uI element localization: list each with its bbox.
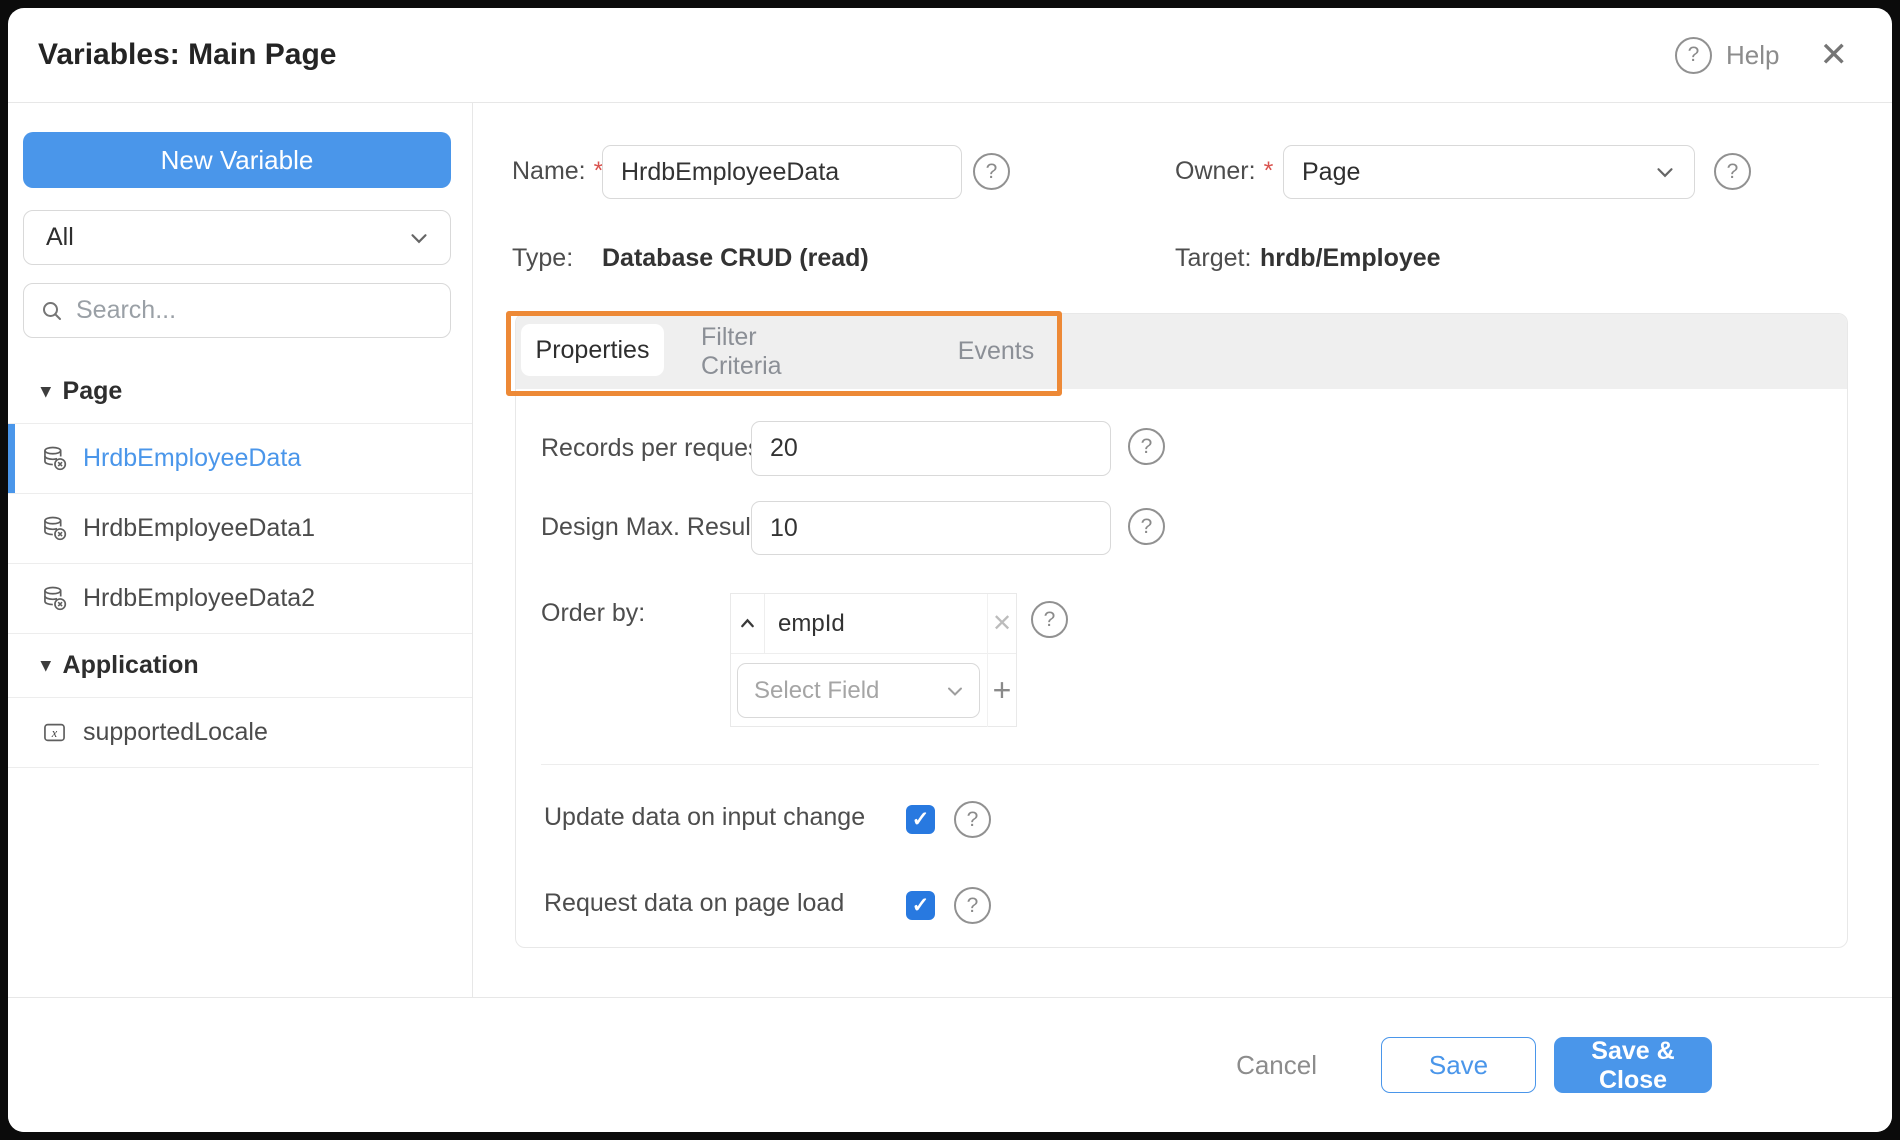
help-icon[interactable] [1675,36,1713,74]
chevron-down-icon [943,679,967,703]
order-by-row: empId [731,594,987,654]
name-help-icon[interactable] [973,153,1010,190]
tab-bar: Properties Filter Criteria Events [516,314,1847,389]
search-input[interactable] [76,296,434,325]
order-by-editor: empId Select Field [730,593,1017,727]
database-crud-icon [41,445,68,472]
owner-select[interactable]: Page [1283,145,1695,199]
search-box [23,283,451,338]
tab-properties[interactable]: Properties [521,324,664,376]
close-icon[interactable] [1820,38,1849,72]
variable-name: supportedLocale [83,718,268,746]
order-by-add-row: Select Field [731,654,987,727]
request-on-load-label: Request data on page load [544,889,845,917]
collapse-triangle-icon: ▾ [41,655,51,676]
remove-order-field-icon[interactable] [987,594,1016,654]
database-crud-icon [41,585,68,612]
order-by-label: Order by: [541,599,646,627]
sidebar-item-hrdbemployeedata[interactable]: HrdbEmployeeData [8,424,472,494]
sidebar-item-supportedlocale[interactable]: x supportedLocale [8,698,472,768]
database-crud-icon [41,515,68,542]
variable-icon: x [41,719,68,746]
search-icon [40,299,64,323]
target-label: Target: [1175,244,1252,272]
svg-text:x: x [51,726,58,740]
records-per-request-input[interactable] [751,421,1111,476]
chevron-down-icon [406,225,432,251]
variable-list: ▾ Page HrdbEmployeeData HrdbEmployeeData… [8,360,472,768]
update-on-input-label: Update data on input change [544,803,866,831]
variable-name: HrdbEmployeeData [83,444,302,472]
sidebar-section-application[interactable]: ▾ Application [8,634,472,698]
design-max-results-label: Design Max. Results: [541,513,778,541]
owner-label: Owner: * [1175,157,1274,185]
select-field-dropdown[interactable]: Select Field [737,663,980,718]
variables-dialog: Variables: Main Page Help New Variable A… [8,8,1892,1132]
target-value: hrdb/Employee [1260,244,1441,272]
select-field-placeholder: Select Field [754,676,880,704]
dialog-title: Variables: Main Page [38,38,337,71]
request-on-load-checkbox[interactable] [906,891,935,920]
dialog-footer: Cancel Save Save & Close [8,997,1892,1132]
sidebar-section-page[interactable]: ▾ Page [8,360,472,424]
type-value: Database CRUD (read) [602,244,869,272]
type-label: Type: [512,244,574,272]
variables-sidebar: New Variable All ▾ Page [8,103,473,997]
save-and-close-button[interactable]: Save & Close [1554,1037,1712,1094]
chevron-down-icon [1652,159,1678,185]
sidebar-item-hrdbemployeedata2[interactable]: HrdbEmployeeData2 [8,564,472,634]
sort-direction-button[interactable] [731,594,765,653]
sidebar-item-hrdbemployeedata1[interactable]: HrdbEmployeeData1 [8,494,472,564]
section-label: Application [62,651,199,679]
dialog-header: Variables: Main Page Help [8,8,1892,103]
records-per-request-label: Records per request [541,434,768,462]
cancel-button[interactable]: Cancel [1236,1050,1317,1081]
update-on-input-help-icon[interactable] [954,801,991,838]
design-help-icon[interactable] [1128,508,1165,545]
section-label: Page [62,377,123,405]
owner-select-value: Page [1302,157,1361,186]
tab-events[interactable]: Events [946,314,1046,389]
collapse-triangle-icon: ▾ [41,381,51,402]
request-on-load-help-icon[interactable] [954,887,991,924]
records-help-icon[interactable] [1128,428,1165,465]
add-order-field-icon[interactable] [987,654,1016,727]
design-max-results-input[interactable] [751,501,1111,555]
required-asterisk: * [1263,157,1274,185]
name-label: Name: * [512,157,604,185]
order-by-field-value: empId [778,609,845,637]
variable-filter-select[interactable]: All [23,210,451,265]
section-divider [541,764,1819,765]
owner-help-icon[interactable] [1714,153,1751,190]
save-button[interactable]: Save [1381,1037,1536,1093]
update-on-input-checkbox[interactable] [906,805,935,834]
name-input[interactable] [602,145,962,199]
variable-config-panel: Properties Filter Criteria Events Record… [515,313,1848,948]
variable-name: HrdbEmployeeData2 [83,584,316,612]
order-by-help-icon[interactable] [1031,601,1068,638]
tab-filter-criteria[interactable]: Filter Criteria [701,314,827,389]
filter-select-value: All [46,223,74,251]
new-variable-button[interactable]: New Variable [23,132,451,188]
help-label[interactable]: Help [1726,40,1779,71]
variable-name: HrdbEmployeeData1 [83,514,316,542]
